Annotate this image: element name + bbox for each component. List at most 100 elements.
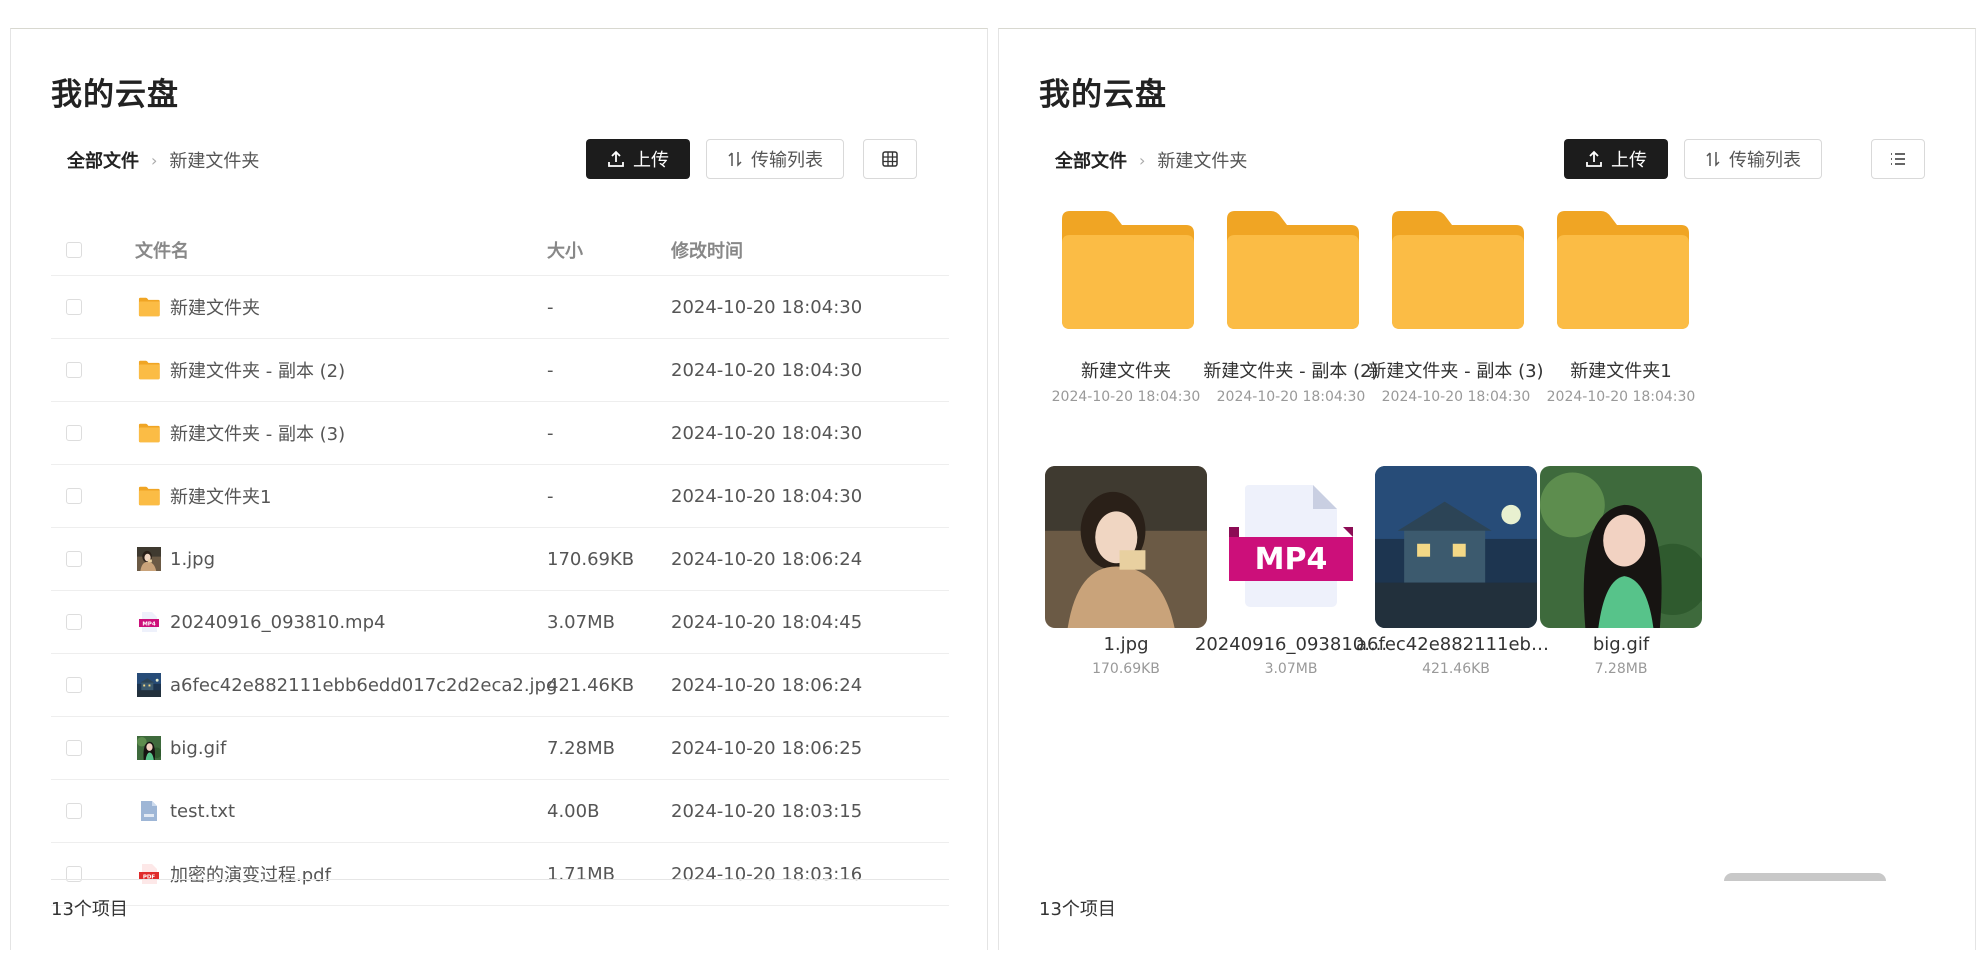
grid-item-meta: 7.28MB <box>1594 661 1648 677</box>
breadcrumb-current: 新建文件夹 <box>1157 151 1248 172</box>
table-row[interactable]: PDF 加密的演变过程.pdf 1.71MB 2024-10-20 18:03:… <box>51 843 949 906</box>
folder-icon <box>135 356 163 384</box>
transfer-icon <box>728 152 742 167</box>
item-count: 13个项目 <box>51 899 128 920</box>
file-name[interactable]: 新建文件夹1 <box>170 483 271 509</box>
folder-icon <box>1521 211 1721 329</box>
list-view-icon <box>1891 153 1905 165</box>
mp4-file-icon: MP4 <box>135 608 163 636</box>
grid-view-panel: 我的云盘 全部文件 › 新建文件夹 上传 传输列表 新建文件夹 2024-10-… <box>998 28 1976 950</box>
table-row[interactable]: 新建文件夹 - 副本 (2) - 2024-10-20 18:04:30 <box>51 339 949 402</box>
file-size: 4.00B <box>547 800 600 822</box>
row-checkbox[interactable] <box>66 299 82 315</box>
upload-button[interactable]: 上传 <box>1564 139 1668 179</box>
breadcrumb-root-link[interactable]: 全部文件 <box>67 147 139 173</box>
image-thumbnail <box>1521 466 1721 628</box>
file-modified-time: 2024-10-20 18:06:24 <box>671 674 863 696</box>
chevron-right-icon: › <box>151 150 158 170</box>
header-size[interactable]: 大小 <box>547 237 671 263</box>
file-size: - <box>547 296 554 318</box>
file-name[interactable]: 1.jpg <box>170 549 215 570</box>
header-time[interactable]: 修改时间 <box>671 237 949 263</box>
list-view-toggle[interactable] <box>1871 139 1925 179</box>
breadcrumb-root-link[interactable]: 全部文件 <box>1055 147 1127 173</box>
file-size: - <box>547 359 554 381</box>
select-all-checkbox[interactable] <box>66 242 82 258</box>
image-thumb-icon <box>135 671 163 699</box>
file-modified-time: 2024-10-20 18:06:24 <box>671 548 863 570</box>
file-modified-time: 2024-10-20 18:04:30 <box>671 296 863 318</box>
file-name[interactable]: 加密的演变过程.pdf <box>170 861 331 887</box>
grid-item-name: 新建文件夹1 <box>1570 361 1672 382</box>
file-name[interactable]: 新建文件夹 - 副本 (2) <box>170 357 345 383</box>
table-row[interactable]: 1.jpg 170.69KB 2024-10-20 18:06:24 <box>51 528 949 591</box>
table-header: 文件名 大小 修改时间 <box>51 225 949 276</box>
file-modified-time: 2024-10-20 18:03:15 <box>671 800 863 822</box>
file-modified-time: 2024-10-20 18:04:30 <box>671 422 863 444</box>
grid-view-icon <box>882 151 898 167</box>
table-row[interactable]: 新建文件夹1 - 2024-10-20 18:04:30 <box>51 465 949 528</box>
breadcrumb: 全部文件 › 新建文件夹 <box>67 147 259 173</box>
transfer-icon <box>1706 152 1720 167</box>
upload-icon <box>608 150 624 167</box>
partial-thumbnail <box>1724 873 1886 881</box>
row-checkbox[interactable] <box>66 488 82 504</box>
transfer-list-button[interactable]: 传输列表 <box>1684 139 1822 179</box>
table-row[interactable]: test.txt 4.00B 2024-10-20 18:03:15 <box>51 780 949 843</box>
file-size: 7.28MB <box>547 737 615 759</box>
table-row[interactable]: 新建文件夹 - 副本 (3) - 2024-10-20 18:04:30 <box>51 402 949 465</box>
file-size: - <box>547 485 554 507</box>
svg-text:MP4: MP4 <box>142 622 156 628</box>
upload-button[interactable]: 上传 <box>586 139 690 179</box>
row-checkbox[interactable] <box>66 362 82 378</box>
file-size: 3.07MB <box>547 611 615 633</box>
page-title: 我的云盘 <box>51 77 179 113</box>
file-name[interactable]: 20240916_093810.mp4 <box>170 612 385 633</box>
file-size: 170.69KB <box>547 548 635 570</box>
row-checkbox[interactable] <box>66 803 82 819</box>
folder-icon <box>135 419 163 447</box>
row-checkbox[interactable] <box>66 425 82 441</box>
transfer-list-label: 传输列表 <box>1729 150 1801 171</box>
file-name[interactable]: 新建文件夹 <box>170 294 260 320</box>
file-table: 文件名 大小 修改时间 新建文件夹 - 2024-10-20 18:04:30 … <box>51 225 949 906</box>
breadcrumb-current: 新建文件夹 <box>169 151 260 172</box>
grid-file-item[interactable]: big.gif 7.28MB <box>1521 466 1721 677</box>
list-view-panel: 我的云盘 全部文件 › 新建文件夹 上传 传输列表 文件名 大小 修改时间 新建… <box>10 28 988 950</box>
file-name[interactable]: a6fec42e882111ebb6edd017c2d2eca2.jpg <box>170 675 557 696</box>
chevron-right-icon: › <box>1139 150 1146 170</box>
table-row[interactable]: MP4 20240916_093810.mp4 3.07MB 2024-10-2… <box>51 591 949 654</box>
row-checkbox[interactable] <box>66 740 82 756</box>
table-row[interactable]: a6fec42e882111ebb6edd017c2d2eca2.jpg 421… <box>51 654 949 717</box>
file-size: - <box>547 422 554 444</box>
footer-divider <box>51 879 949 880</box>
file-size: 421.46KB <box>547 674 635 696</box>
transfer-list-button[interactable]: 传输列表 <box>706 139 844 179</box>
file-modified-time: 2024-10-20 18:06:25 <box>671 737 863 759</box>
row-checkbox[interactable] <box>66 614 82 630</box>
table-row[interactable]: 新建文件夹 - 2024-10-20 18:04:30 <box>51 276 949 339</box>
grid-item-name: big.gif <box>1592 634 1650 655</box>
file-modified-time: 2024-10-20 18:04:45 <box>671 611 863 633</box>
file-modified-time: 2024-10-20 18:04:30 <box>671 485 863 507</box>
folder-icon <box>135 482 163 510</box>
breadcrumb: 全部文件 › 新建文件夹 <box>1055 147 1247 173</box>
transfer-list-label: 传输列表 <box>751 150 823 171</box>
grid-view-toggle[interactable] <box>863 139 917 179</box>
upload-label: 上传 <box>1611 150 1647 171</box>
file-name[interactable]: big.gif <box>170 738 226 759</box>
grid-item-meta: 2024-10-20 18:04:30 <box>1546 389 1696 405</box>
grid-folder-item[interactable]: 新建文件夹1 2024-10-20 18:04:30 <box>1521 211 1721 405</box>
row-checkbox[interactable] <box>66 677 82 693</box>
file-name[interactable]: test.txt <box>170 801 235 822</box>
upload-label: 上传 <box>633 150 669 171</box>
page-title: 我的云盘 <box>1039 77 1167 113</box>
folder-icon <box>135 293 163 321</box>
table-row[interactable]: big.gif 7.28MB 2024-10-20 18:06:25 <box>51 717 949 780</box>
header-name[interactable]: 文件名 <box>135 237 547 263</box>
row-checkbox[interactable] <box>66 551 82 567</box>
file-name[interactable]: 新建文件夹 - 副本 (3) <box>170 420 345 446</box>
file-size: 1.71MB <box>547 863 615 885</box>
txt-file-icon <box>135 797 163 825</box>
image-thumb-icon <box>135 545 163 573</box>
